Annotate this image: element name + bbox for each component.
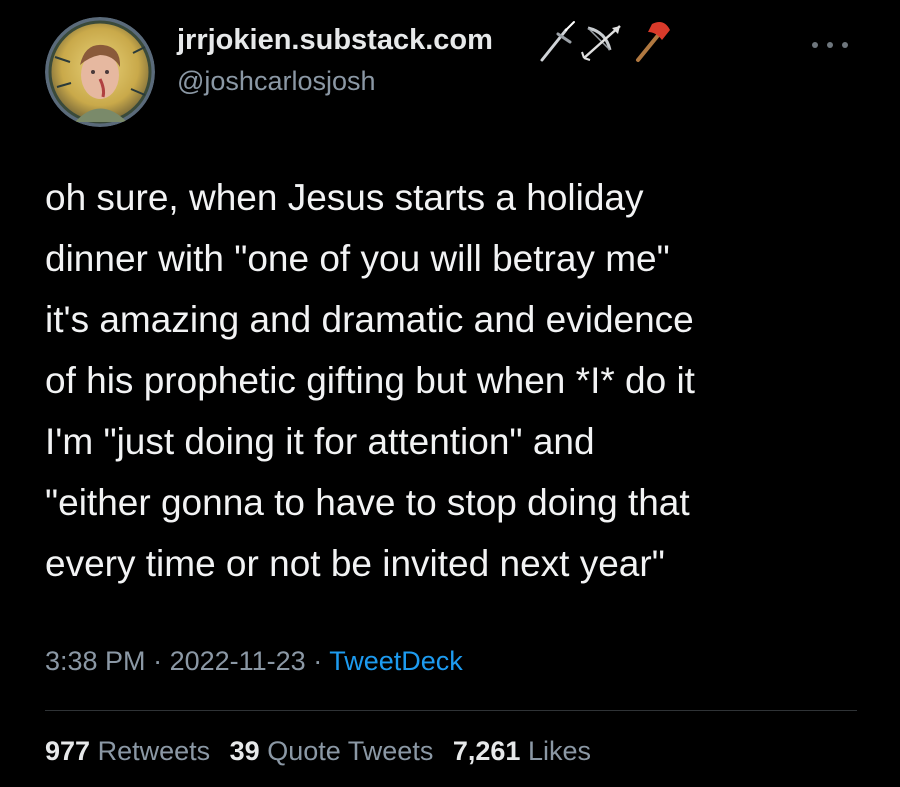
retweets-count: 977 bbox=[45, 736, 91, 766]
tweet-text: oh sure, when Jesus starts a holiday din… bbox=[45, 167, 875, 594]
likes-count: 7,261 bbox=[452, 736, 521, 766]
quote-tweets-stat[interactable]: 39 Quote Tweets bbox=[230, 736, 434, 766]
retweets-stat[interactable]: 977 Retweets bbox=[45, 736, 210, 766]
meta-separator: · bbox=[313, 646, 323, 676]
tweet: jrrjokien.substack.com @joshcarlosjosh o… bbox=[0, 0, 900, 787]
display-name[interactable]: jrrjokien.substack.com bbox=[177, 24, 493, 57]
tweet-text-line: I'm "just doing it for attention" and bbox=[45, 421, 595, 462]
tweet-text-line: oh sure, when Jesus starts a holiday bbox=[45, 177, 644, 218]
more-options-icon[interactable] bbox=[806, 30, 854, 58]
dagger-icon bbox=[540, 21, 575, 62]
dot bbox=[827, 42, 833, 48]
tweet-text-line: of his prophetic gifting but when *I* do… bbox=[45, 360, 695, 401]
dot bbox=[842, 42, 848, 48]
tweet-source-link[interactable]: TweetDeck bbox=[329, 646, 463, 676]
dot bbox=[812, 42, 818, 48]
tweet-stats: 977 Retweets 39 Quote Tweets 7,261 Likes bbox=[45, 736, 603, 767]
tweet-text-line: dinner with "one of you will betray me" bbox=[45, 238, 670, 279]
quote-tweets-label: Quote Tweets bbox=[267, 736, 434, 766]
divider bbox=[45, 710, 857, 711]
tweet-text-line: it's amazing and dramatic and evidence bbox=[45, 299, 694, 340]
meta-separator: · bbox=[153, 646, 163, 676]
tweet-time[interactable]: 3:38 PM bbox=[45, 646, 146, 676]
tweet-text-line: every time or not be invited next year" bbox=[45, 543, 665, 584]
avatar[interactable] bbox=[45, 17, 155, 127]
axe-icon bbox=[636, 22, 670, 62]
user-handle[interactable]: @joshcarlosjosh bbox=[177, 66, 376, 97]
likes-label: Likes bbox=[527, 736, 591, 766]
avatar-portrait-icon bbox=[45, 17, 155, 127]
name-emoji-group bbox=[536, 20, 686, 64]
quote-tweets-count: 39 bbox=[229, 736, 260, 766]
bow-and-arrow-icon bbox=[581, 25, 621, 61]
likes-stat[interactable]: 7,261 Likes bbox=[453, 736, 591, 766]
tweet-meta: 3:38 PM · 2022-11-23 · TweetDeck bbox=[45, 646, 463, 677]
retweets-label: Retweets bbox=[97, 736, 211, 766]
tweet-text-line: "either gonna to have to stop doing that bbox=[45, 482, 690, 523]
tweet-date[interactable]: 2022-11-23 bbox=[170, 646, 306, 676]
